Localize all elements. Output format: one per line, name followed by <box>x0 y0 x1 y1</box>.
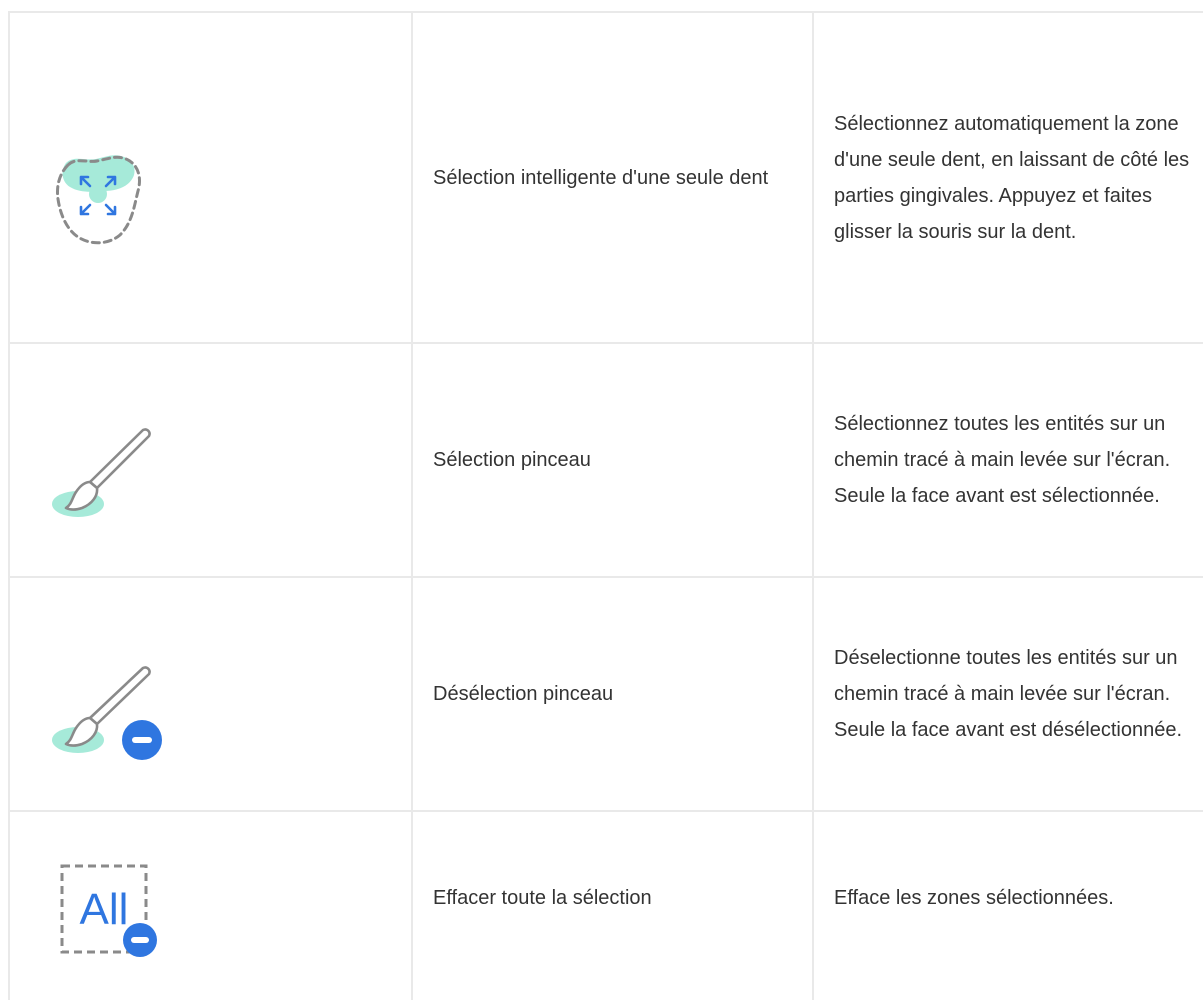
icon-cell <box>8 13 411 342</box>
table-row: Désélection pinceau Déselectionne toutes… <box>8 578 1203 810</box>
icon-cell <box>8 344 411 576</box>
tool-description-text: Déselectionne toutes les entités sur un … <box>834 647 1183 741</box>
tool-description-text: Sélectionnez automatiquement la zone d'u… <box>834 112 1190 243</box>
tool-description: Déselectionne toutes les entités sur un … <box>834 578 1203 810</box>
tool-description: Efface les zones sélectionnées. <box>834 812 1203 984</box>
tool-name: Sélection pinceau <box>433 344 803 576</box>
brush-deselect-icon <box>52 666 162 760</box>
clear-all-selection-icon: All <box>60 864 157 957</box>
tool-description-text: Sélectionnez toutes les entités sur un c… <box>834 413 1171 507</box>
icon-cell <box>8 578 411 810</box>
tool-name-text: Sélection pinceau <box>433 449 591 471</box>
tool-name-text: Désélection pinceau <box>433 683 614 705</box>
tool-description: Sélectionnez toutes les entités sur un c… <box>834 344 1203 576</box>
tool-name: Sélection intelligente d'une seule dent <box>433 13 803 342</box>
tool-name-text: Effacer toute la sélection <box>433 887 652 909</box>
tool-table: Sélection intelligente d'une seule dent … <box>0 0 1203 1000</box>
table-row: All Effacer toute la sélection Efface le… <box>8 812 1203 1000</box>
all-label: All <box>80 885 129 934</box>
icon-cell: All <box>8 812 411 1000</box>
tool-name: Désélection pinceau <box>433 578 803 810</box>
tool-description: Sélectionnez automatiquement la zone d'u… <box>834 13 1203 342</box>
smart-tooth-selection-icon <box>56 155 141 245</box>
tool-name: Effacer toute la sélection <box>433 812 803 984</box>
tool-description-text: Efface les zones sélectionnées. <box>834 887 1114 909</box>
brush-select-icon <box>52 428 151 517</box>
tool-name-text: Sélection intelligente d'une seule dent <box>433 166 769 189</box>
table-row: Sélection intelligente d'une seule dent … <box>8 13 1203 342</box>
table-row: Sélection pinceau Sélectionnez toutes le… <box>8 344 1203 576</box>
